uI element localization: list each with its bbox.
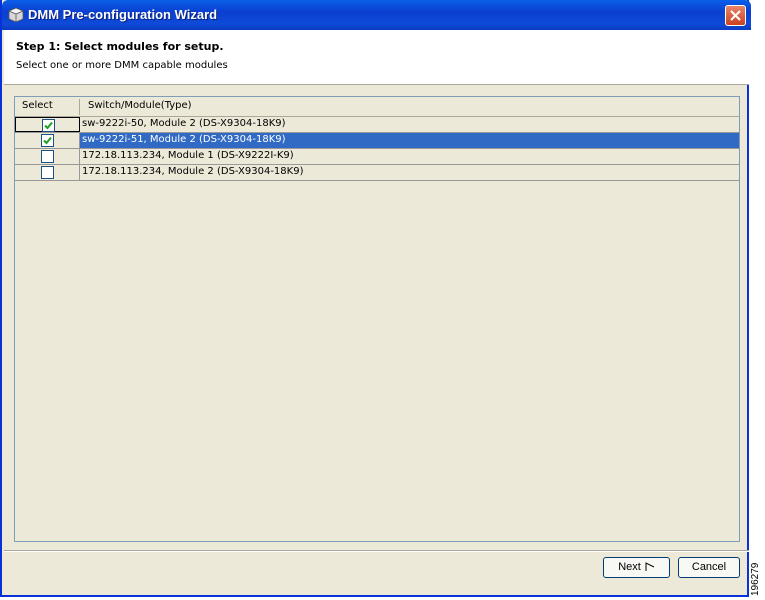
module-label: 172.18.113.234, Module 1 (DS-X9222I-K9) xyxy=(82,150,294,161)
row-checkbox[interactable] xyxy=(41,134,54,147)
table-row[interactable]: 172.18.113.234, Module 1 (DS-X9222I-K9) xyxy=(15,149,739,165)
select-cell[interactable] xyxy=(15,165,80,180)
modules-table[interactable]: Select Switch/Module(Type) sw-9222i-50, … xyxy=(14,96,740,542)
table-row[interactable]: sw-9222i-50, Module 2 (DS-X9304-18K9) xyxy=(15,117,739,133)
column-header-module[interactable]: Switch/Module(Type) xyxy=(88,100,192,111)
wizard-header: Step 1: Select modules for setup. Select… xyxy=(4,30,749,85)
module-label: sw-9222i-51, Module 2 (DS-X9304-18K9) xyxy=(82,134,286,145)
table-row[interactable]: sw-9222i-51, Module 2 (DS-X9304-18K9) xyxy=(15,133,739,149)
module-label: 172.18.113.234, Module 2 (DS-X9304-18K9) xyxy=(82,166,304,177)
cancel-button[interactable]: Cancel xyxy=(678,557,740,578)
row-checkbox[interactable] xyxy=(41,166,54,179)
row-checkbox[interactable] xyxy=(41,150,54,163)
table-header: Select Switch/Module(Type) xyxy=(15,97,739,117)
select-cell[interactable] xyxy=(15,133,80,148)
table-row[interactable]: 172.18.113.234, Module 2 (DS-X9304-18K9) xyxy=(15,165,739,181)
row-checkbox[interactable] xyxy=(42,119,55,132)
wizard-window: DMM Pre-configuration Wizard Step 1: Sel… xyxy=(0,0,751,597)
figure-id: 196279 xyxy=(750,562,761,596)
next-button[interactable]: Next xyxy=(603,557,670,578)
step-title: Step 1: Select modules for setup. xyxy=(16,40,224,53)
next-button-label: Next xyxy=(618,561,641,573)
checkmark-icon xyxy=(44,121,53,130)
cancel-button-label: Cancel xyxy=(691,561,727,573)
close-icon xyxy=(730,10,741,21)
module-label: sw-9222i-50, Module 2 (DS-X9304-18K9) xyxy=(82,118,286,129)
app-icon xyxy=(8,7,24,23)
close-button[interactable] xyxy=(725,5,746,26)
column-divider[interactable] xyxy=(79,99,80,115)
next-arrow-icon xyxy=(645,562,655,572)
title-bar[interactable]: DMM Pre-configuration Wizard xyxy=(2,0,751,30)
checkmark-icon xyxy=(43,136,52,145)
select-cell[interactable] xyxy=(15,149,80,164)
footer-divider xyxy=(4,550,749,552)
select-cell[interactable] xyxy=(15,117,80,132)
window-title: DMM Pre-configuration Wizard xyxy=(28,7,218,22)
column-header-select[interactable]: Select xyxy=(22,100,53,111)
step-subtitle: Select one or more DMM capable modules xyxy=(16,60,228,71)
